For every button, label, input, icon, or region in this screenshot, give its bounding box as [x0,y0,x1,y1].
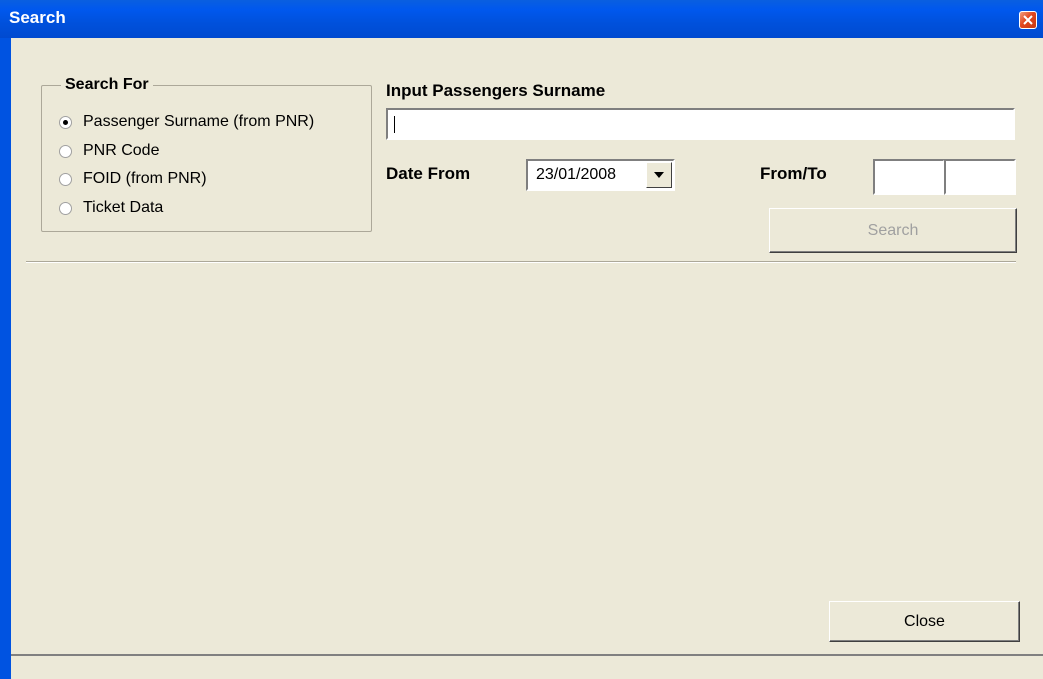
text-caret [394,116,395,133]
radio-button[interactable] [59,172,72,186]
close-icon [1023,15,1033,25]
radio-label: Passenger Surname (from PNR) [83,113,315,130]
radio-label: FOID (from PNR) [83,170,207,187]
to-field[interactable] [944,159,1016,195]
status-bar [11,654,1043,679]
radio-label: PNR Code [83,142,160,159]
from-field[interactable] [873,159,945,195]
date-from-picker[interactable]: 23/01/2008 [526,159,675,191]
date-from-label: Date From [386,164,471,183]
window-close-button[interactable] [1019,11,1037,29]
radio-label: Ticket Data [83,199,164,216]
radio-button[interactable] [59,144,72,158]
title-bar: Search [0,0,1043,38]
from-to-label: From/To [760,164,827,183]
search-button[interactable]: Search [769,208,1017,253]
surname-input-label: Input Passengers Surname [386,81,606,100]
close-button[interactable]: Close [829,601,1020,642]
radio-button[interactable] [59,115,72,129]
divider [26,261,1016,263]
search-for-label: Search For [61,76,153,94]
surname-input[interactable] [386,108,1015,140]
window-title: Search [9,8,66,27]
window-border [0,38,11,679]
radio-foid[interactable]: FOID (from PNR) [59,168,207,190]
date-from-value: 23/01/2008 [536,166,617,183]
chevron-down-icon[interactable] [646,162,672,188]
radio-ticket-data[interactable]: Ticket Data [59,197,163,219]
radio-button[interactable] [59,201,72,215]
radio-passenger-surname[interactable]: Passenger Surname (from PNR) [59,111,314,133]
radio-pnr-code[interactable]: PNR Code [59,140,159,162]
